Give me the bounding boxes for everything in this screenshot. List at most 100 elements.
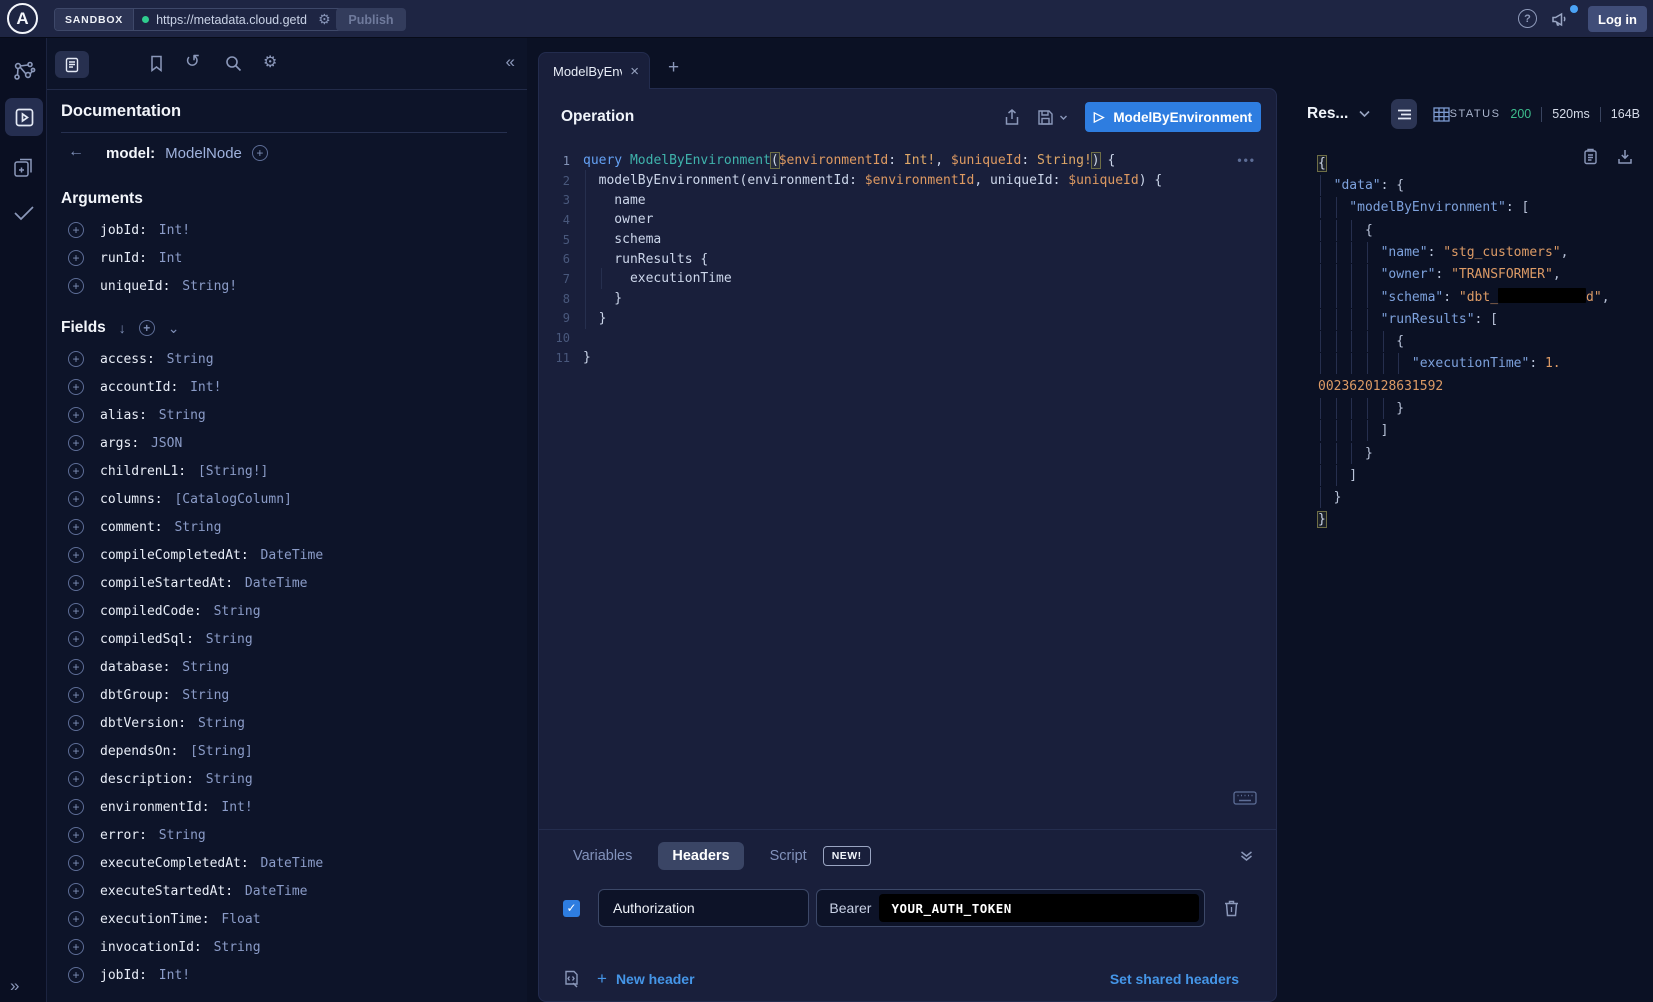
field-type[interactable]: String <box>159 828 206 843</box>
field-row[interactable]: + dependsOn [String] <box>61 737 507 765</box>
field-type[interactable]: [String!] <box>198 464 268 479</box>
add-field-icon[interactable]: + <box>68 435 84 451</box>
header-name-input[interactable]: Authorization <box>598 889 809 927</box>
field-type[interactable]: String <box>214 604 261 619</box>
help-icon[interactable]: ? <box>1518 9 1537 28</box>
login-button[interactable]: Log in <box>1588 6 1647 32</box>
explorer-tab-active[interactable] <box>5 98 43 136</box>
field-row[interactable]: + compiledCode String <box>61 597 507 625</box>
header-enabled-checkbox[interactable]: ✓ <box>563 900 580 917</box>
field-row[interactable]: + alias String <box>61 401 507 429</box>
add-argument-icon[interactable]: + <box>68 278 84 294</box>
breadcrumb-type-link[interactable]: ModelNode <box>165 145 242 162</box>
field-type[interactable]: String <box>159 408 206 423</box>
close-tab-icon[interactable]: × <box>630 63 639 80</box>
checks-icon[interactable] <box>12 203 36 223</box>
keyboard-shortcuts-icon[interactable] <box>1233 791 1257 805</box>
field-row[interactable]: + executeStartedAt DateTime <box>61 877 507 905</box>
field-row[interactable]: + invocationId String <box>61 933 507 961</box>
add-field-icon[interactable]: + <box>68 659 84 675</box>
sort-fields-icon[interactable]: ↓ <box>119 320 126 336</box>
operation-collections-icon[interactable] <box>12 156 35 179</box>
field-type[interactable]: Float <box>221 912 260 927</box>
set-shared-headers-link[interactable]: Set shared headers <box>1110 971 1239 987</box>
graphql-editor[interactable]: 1query ModelByEnvironment($environmentId… <box>539 151 1260 368</box>
tab-variables[interactable]: Variables <box>573 848 632 864</box>
collapse-panel-icon[interactable]: « <box>506 52 515 72</box>
field-type[interactable]: Int! <box>190 380 221 395</box>
add-field-icon[interactable]: + <box>68 883 84 899</box>
field-row[interactable]: + accountId Int! <box>61 373 507 401</box>
add-argument-icon[interactable]: + <box>68 250 84 266</box>
add-field-icon[interactable]: + <box>68 967 84 983</box>
field-row[interactable]: + childrenL1 [String!] <box>61 457 507 485</box>
field-row[interactable]: + dbtGroup String <box>61 681 507 709</box>
field-row[interactable]: + compiledSql String <box>61 625 507 653</box>
endpoint-url-box[interactable]: https://metadata.cloud.getd ⚙ <box>134 9 346 30</box>
field-type[interactable]: String <box>214 940 261 955</box>
add-field-icon[interactable]: + <box>68 631 84 647</box>
field-type[interactable]: String <box>198 716 245 731</box>
field-row[interactable]: + description String <box>61 765 507 793</box>
share-operation-icon[interactable] <box>1004 109 1020 126</box>
field-type[interactable]: String <box>206 772 253 787</box>
argument-row[interactable]: + uniqueId String! <box>61 272 507 300</box>
field-row[interactable]: + environmentId Int! <box>61 793 507 821</box>
publish-button[interactable]: Publish <box>336 8 406 31</box>
response-json[interactable]: {"data": {"modelByEnvironment": [{"name"… <box>1318 152 1649 531</box>
field-row[interactable]: + jobId Int! <box>61 961 507 989</box>
field-type[interactable]: [CatalogColumn] <box>174 492 291 507</box>
schema-graph-icon[interactable] <box>12 60 36 84</box>
table-view-toggle[interactable] <box>1433 107 1450 122</box>
raw-view-toggle-active[interactable] <box>1391 99 1416 129</box>
settings-gear-icon[interactable]: ⚙ <box>263 52 277 72</box>
field-type[interactable]: DateTime <box>245 884 308 899</box>
field-type[interactable]: DateTime <box>261 548 324 563</box>
history-icon[interactable]: ↺ <box>185 51 200 72</box>
field-type[interactable]: [String] <box>190 744 253 759</box>
new-tab-button[interactable]: + <box>668 57 679 79</box>
argument-row[interactable]: + jobId Int! <box>61 216 507 244</box>
add-field-icon[interactable]: + <box>68 715 84 731</box>
add-field-icon[interactable]: + <box>68 463 84 479</box>
add-field-icon[interactable]: + <box>68 743 84 759</box>
add-field-icon[interactable]: + <box>68 939 84 955</box>
field-row[interactable]: + access String <box>61 345 507 373</box>
field-row[interactable]: + error String <box>61 821 507 849</box>
field-row[interactable]: + database String <box>61 653 507 681</box>
field-type[interactable]: String <box>182 660 229 675</box>
announcements-icon[interactable] <box>1550 9 1570 29</box>
field-type[interactable]: String <box>167 352 214 367</box>
field-row[interactable]: + columns [CatalogColumn] <box>61 485 507 513</box>
add-field-icon[interactable]: + <box>68 771 84 787</box>
back-arrow-icon[interactable]: ← <box>61 143 88 163</box>
argument-row[interactable]: + runId Int <box>61 244 507 272</box>
add-field-icon[interactable]: + <box>68 519 84 535</box>
operation-tab[interactable]: ModelByEnvi... × <box>538 52 650 89</box>
add-argument-icon[interactable]: + <box>68 222 84 238</box>
tab-script[interactable]: Script <box>770 848 807 864</box>
add-field-icon[interactable]: + <box>68 687 84 703</box>
endpoint-url[interactable]: https://metadata.cloud.getd <box>156 13 311 27</box>
run-operation-button[interactable]: ▷ ModelByEnvironment <box>1085 102 1261 132</box>
field-type[interactable]: String <box>174 520 221 535</box>
argument-type[interactable]: String! <box>182 279 237 294</box>
field-row[interactable]: + dbtVersion String <box>61 709 507 737</box>
header-value-input[interactable]: Bearer YOUR_AUTH_TOKEN <box>816 889 1205 927</box>
argument-type[interactable]: Int <box>159 251 182 266</box>
auth-token-value[interactable]: YOUR_AUTH_TOKEN <box>879 894 1199 922</box>
add-all-fields-icon[interactable]: + <box>139 320 155 336</box>
save-operation-icon[interactable] <box>1037 109 1068 126</box>
argument-type[interactable]: Int! <box>159 223 190 238</box>
add-field-icon[interactable]: + <box>68 491 84 507</box>
field-row[interactable]: + executionTime Float <box>61 905 507 933</box>
field-row[interactable]: + comment String <box>61 513 507 541</box>
add-field-icon[interactable]: + <box>68 911 84 927</box>
expand-rail-chevrons[interactable]: » <box>10 976 19 996</box>
documentation-tab-active[interactable] <box>55 51 89 78</box>
field-type[interactable]: String <box>182 688 229 703</box>
add-field-icon[interactable]: + <box>68 799 84 815</box>
field-type[interactable]: DateTime <box>245 576 308 591</box>
field-type[interactable]: JSON <box>151 436 182 451</box>
collapse-io-panel-icon[interactable] <box>1239 849 1254 863</box>
